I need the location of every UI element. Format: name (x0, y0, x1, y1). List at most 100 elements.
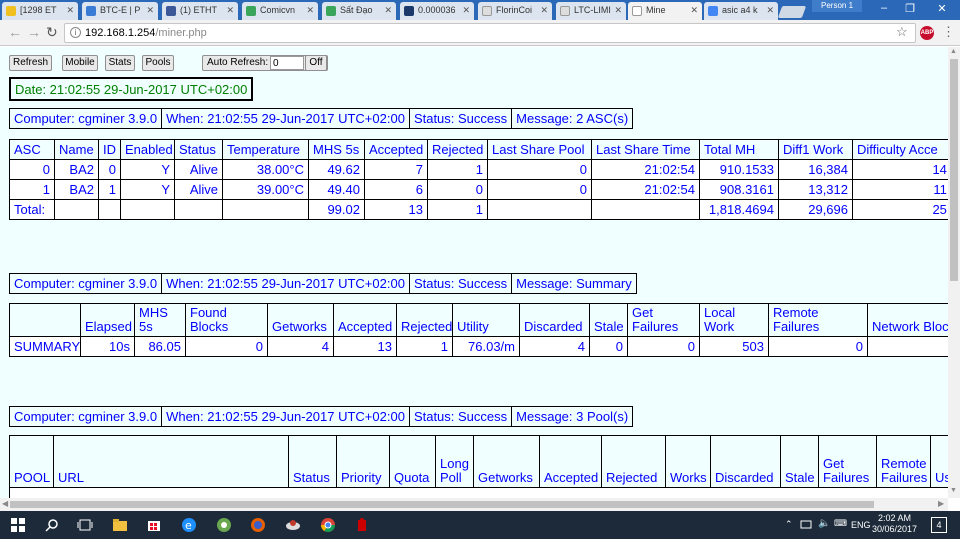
table-cell: 0 (487, 159, 592, 180)
table-cell (174, 199, 223, 220)
browser-tab[interactable]: [1298 ET ✕ (2, 2, 78, 20)
column-header: Stale (780, 435, 819, 488)
close-icon[interactable]: ✕ (66, 5, 74, 16)
network-icon[interactable] (800, 520, 812, 530)
profile-button[interactable]: Person 1 (812, 0, 862, 12)
scroll-down-icon[interactable]: ▼ (950, 487, 957, 494)
search-icon[interactable] (44, 517, 60, 533)
browser-tab[interactable]: (1) ETHT ✕ (162, 2, 238, 20)
column-header: Temperature (222, 139, 309, 160)
table-cell: 13,312 (778, 179, 853, 200)
notification-center-icon[interactable]: 4 (931, 517, 947, 533)
message-cell: Message: Summary (511, 273, 637, 294)
date-line: Date: 21:02:55 29-Jun-2017 UTC+02:00 (9, 77, 254, 101)
chrome-icon[interactable] (320, 517, 336, 533)
show-hidden-icons[interactable]: ⌃ (785, 519, 793, 530)
browser-tab[interactable]: asic a4 k ✕ (704, 2, 778, 20)
language-indicator[interactable]: ENG (851, 520, 871, 530)
table-cell: 0 (589, 336, 628, 357)
close-icon[interactable]: ✕ (226, 5, 234, 16)
app-icon[interactable] (216, 517, 232, 533)
table-cell (591, 199, 700, 220)
close-icon[interactable]: ✕ (690, 5, 698, 16)
table-cell: 39.00°C (222, 179, 309, 200)
scroll-left-icon[interactable]: ◀ (2, 499, 8, 508)
column-header: Priority (336, 435, 390, 488)
browser-tab[interactable]: LTC-LIMI ✕ (556, 2, 626, 20)
horizontal-scrollbar[interactable]: ◀ ▶ (0, 498, 948, 511)
browser-tab[interactable]: BTC-E | P ✕ (82, 2, 158, 20)
favicon-icon (6, 6, 16, 16)
table-cell: 13 (333, 336, 397, 357)
close-icon[interactable]: ✕ (614, 5, 622, 16)
scrollbar-thumb[interactable] (950, 59, 958, 281)
page-content: Refresh Mobile Stats Pools Auto Refresh:… (0, 47, 948, 498)
stats-button[interactable]: Stats (105, 55, 135, 71)
asc-table: ASC Name ID Enabled Status Temperature MHS 5s A… (9, 139, 948, 220)
browser-tab[interactable]: Sất Đạo ✕ (322, 2, 396, 20)
column-header: Difficulty Acce (852, 139, 948, 160)
refresh-button[interactable]: Refresh (9, 55, 52, 71)
column-header: Getworks (267, 303, 334, 337)
table-cell: SUMMARY (9, 336, 81, 357)
table-cell: 49.62 (308, 159, 365, 180)
column-header: Remote Failures (876, 435, 931, 488)
mobile-button[interactable]: Mobile (62, 55, 98, 71)
table-cell: 10s (80, 336, 135, 357)
close-icon[interactable]: ✕ (766, 5, 774, 16)
scroll-up-icon[interactable]: ▲ (950, 48, 957, 55)
task-view-icon[interactable] (77, 517, 93, 533)
store-icon[interactable] (146, 517, 162, 533)
back-icon[interactable]: ← (8, 24, 22, 40)
table-cell: 16,384 (778, 159, 853, 180)
scrollbar-thumb[interactable] (10, 501, 874, 508)
browser-tab-active[interactable]: Mine ✕ (628, 2, 702, 20)
close-icon[interactable]: ✕ (462, 5, 470, 16)
forward-icon[interactable]: → (27, 24, 41, 40)
tab-label: (1) ETHT (180, 5, 217, 15)
close-icon[interactable]: ✕ (384, 5, 392, 16)
table-cell: 25,60 (852, 199, 948, 220)
off-button[interactable]: Off (305, 55, 327, 71)
reload-icon[interactable]: ↻ (46, 24, 58, 41)
edge-icon[interactable]: e (181, 517, 197, 533)
table-header-row: ASC Name ID Enabled Status Temperature MHS 5s A… (9, 139, 948, 160)
windows-start-icon[interactable] (10, 517, 26, 533)
browser-tab-strip: [1298 ET ✕ BTC-E | P ✕ (1) ETHT ✕ Comicvn ✕ … (0, 0, 960, 20)
browser-tab[interactable]: Comicvn ✕ (242, 2, 318, 20)
table-cell (487, 199, 592, 220)
clock[interactable]: 2:02 AM 30/06/2017 (872, 513, 917, 535)
ime-icon[interactable]: ⌨ (834, 518, 847, 529)
info-icon[interactable]: i (70, 27, 81, 38)
url-host: 192.168.1.254 (85, 27, 156, 39)
table-cell: 11,26 (852, 179, 948, 200)
column-header: Works (665, 435, 711, 488)
bookmark-star-icon[interactable]: ☆ (896, 24, 908, 40)
table-cell: 0 (427, 179, 488, 200)
close-window-icon[interactable]: ✕ (932, 2, 952, 15)
close-icon[interactable]: ✕ (146, 5, 154, 16)
scroll-right-icon[interactable]: ▶ (938, 499, 944, 508)
table-cell: 86.05 (134, 336, 186, 357)
menu-icon[interactable]: ⋮ (942, 24, 955, 40)
pools-button[interactable]: Pools (142, 55, 174, 71)
firefox-icon[interactable] (250, 517, 266, 533)
app-icon[interactable] (354, 517, 370, 533)
table-header-row: Elapsed MHS 5s Found Blocks Getworks Accepte… (9, 303, 948, 337)
column-header: ASC (9, 139, 55, 160)
vertical-scrollbar[interactable]: ▲ ▼ (948, 47, 960, 498)
minimize-icon[interactable]: – (874, 2, 894, 14)
close-icon[interactable]: ✕ (306, 5, 314, 16)
app-icon[interactable] (285, 517, 301, 533)
restore-icon[interactable]: ❐ (900, 2, 920, 15)
volume-icon[interactable]: 🔈 (818, 518, 830, 529)
new-tab-button[interactable] (777, 6, 807, 18)
column-header: Status (288, 435, 337, 488)
browser-tab[interactable]: 0.000036 ✕ (400, 2, 474, 20)
file-explorer-icon[interactable] (112, 517, 128, 533)
close-icon[interactable]: ✕ (540, 5, 548, 16)
auto-refresh-input[interactable] (270, 56, 304, 70)
adblock-icon[interactable]: ABP (920, 26, 934, 40)
address-bar[interactable]: i 192.168.1.254/miner.php (64, 23, 916, 43)
browser-tab[interactable]: FlorinCoi ✕ (478, 2, 552, 20)
